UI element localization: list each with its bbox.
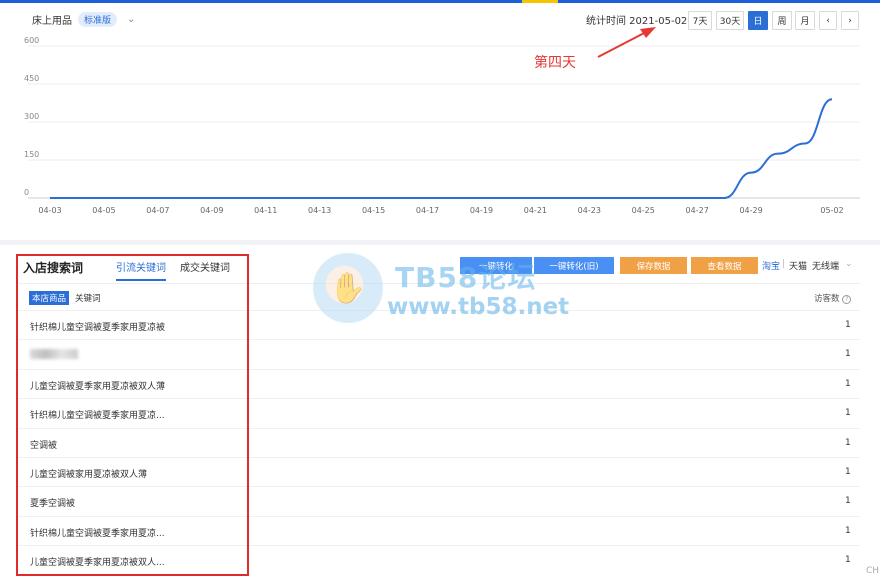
- x-tick-label: 04-03: [38, 206, 61, 215]
- y-tick-label: 300: [24, 112, 39, 121]
- x-tick-label: 04-29: [739, 206, 762, 215]
- annotation-text: 第四天: [534, 55, 576, 71]
- platform-wireless[interactable]: 无线端: [812, 259, 839, 272]
- info-icon[interactable]: ?: [842, 295, 852, 304]
- x-tick-label: 04-27: [686, 206, 709, 215]
- chip-store-products[interactable]: 本店商品: [29, 291, 70, 305]
- range-week-button[interactable]: 周: [772, 11, 792, 30]
- row-divider: [16, 486, 860, 488]
- watermark: ✋ TB58论坛 www.tb58.net: [313, 250, 573, 330]
- visitors-cell: 1: [845, 320, 851, 330]
- section-title: 入店搜索词: [23, 261, 84, 275]
- version-badge: 标准版: [78, 12, 118, 27]
- top-accent: [522, 0, 558, 3]
- visitors-cell: 1: [845, 408, 851, 419]
- chip-keywords[interactable]: 关键词: [72, 291, 104, 305]
- range-month-button[interactable]: 月: [795, 11, 815, 30]
- visitors-cell: 1: [845, 555, 851, 566]
- range-7d-button[interactable]: 7天: [688, 11, 712, 30]
- row-divider: [16, 398, 860, 400]
- category-label[interactable]: 床上用品: [32, 12, 72, 27]
- x-tick-label: 04-25: [632, 206, 655, 215]
- visitors-cell: 1: [845, 496, 851, 507]
- x-tick-label: 04-05: [92, 206, 115, 215]
- watermark-url: www.tb58.net: [387, 294, 570, 320]
- stat-date: 统计时间 2021-05-02: [586, 16, 688, 27]
- platform-taobao[interactable]: 淘宝: [762, 259, 780, 272]
- breadcrumb: 床上用品 标准版 ⌄: [32, 12, 135, 27]
- view-data-button[interactable]: 查看数据: [691, 257, 758, 274]
- x-tick-label: 04-17: [416, 206, 439, 215]
- y-tick-label: 0: [24, 188, 29, 197]
- trend-chart: 0 150 300 450 600 04-03 04-05 04-07 04-09 04-11 04…: [24, 36, 860, 215]
- range-day-button[interactable]: 日: [748, 11, 768, 30]
- keyword-cell[interactable]: 儿童空调被夏季家用夏凉被双人...: [30, 555, 165, 568]
- series-line: [50, 98, 833, 199]
- keyword-cell[interactable]: 儿童空调被夏季家用夏凉被双人薄: [30, 379, 165, 392]
- keyword-cell[interactable]: 夏季空调被: [30, 496, 75, 509]
- top-toolbar: 床上用品 标准版 ⌄ 统计时间 2021-05-02 7天 30天 日 周 月 …: [0, 0, 880, 36]
- x-tick-label: 04-19: [470, 206, 493, 215]
- tab-traffic-keywords[interactable]: 引流关键词: [116, 259, 166, 274]
- hand-icon: ✋: [329, 270, 367, 306]
- edge-label: CH: [866, 566, 880, 576]
- keyword-cell[interactable]: 针织棉儿童空调被夏季家用夏凉...: [30, 408, 165, 421]
- watermark-logo: ✋: [313, 253, 383, 323]
- keyword-cell[interactable]: 针织棉儿童空调被夏季家用夏凉被: [30, 320, 165, 333]
- visitors-cell: 1: [845, 467, 851, 477]
- row-divider: [16, 339, 860, 341]
- visitors-cell: 1: [845, 349, 851, 360]
- x-tick-label: 04-15: [362, 206, 385, 215]
- platform-tmall[interactable]: 天猫: [789, 259, 807, 272]
- y-tick-label: 450: [24, 74, 39, 83]
- row-divider: [16, 545, 860, 547]
- x-tick-label: 04-21: [524, 206, 547, 215]
- keyword-cell[interactable]: 针织棉儿童空调被夏季家用夏凉...: [30, 526, 165, 539]
- visitors-cell: 1: [845, 525, 851, 536]
- redacted-keyword: [30, 349, 78, 360]
- visitors-cell: 1: [845, 437, 851, 448]
- next-arrow-icon[interactable]: ›: [841, 11, 859, 30]
- x-tick-label: 05-02: [820, 206, 843, 215]
- x-tick-label: 04-13: [308, 206, 331, 215]
- y-tick-label: 600: [24, 36, 39, 45]
- row-divider: [16, 515, 860, 517]
- chevron-down-icon[interactable]: ⌄: [845, 259, 853, 269]
- row-divider: [16, 457, 860, 458]
- watermark-title: TB58论坛: [395, 261, 537, 294]
- save-data-button[interactable]: 保存数据: [620, 257, 687, 274]
- row-divider: [16, 427, 860, 429]
- keyword-cell[interactable]: 儿童空调被家用夏凉被双人薄: [30, 467, 147, 480]
- active-tab-indicator: [116, 279, 166, 281]
- visitors-column-header: 访客数 ?: [814, 292, 852, 304]
- prev-arrow-icon[interactable]: ‹: [819, 11, 837, 30]
- keyword-cell[interactable]: 空调被: [30, 438, 57, 451]
- x-tick-label: 04-23: [578, 206, 601, 215]
- platform-divider: |: [782, 259, 786, 269]
- tab-deal-keywords[interactable]: 成交关键词: [180, 259, 230, 274]
- y-tick-label: 150: [24, 150, 39, 159]
- x-tick-label: 04-07: [146, 206, 169, 215]
- x-tick-label: 04-11: [254, 206, 277, 215]
- x-tick-label: 04-09: [200, 206, 223, 215]
- chevron-down-icon[interactable]: ⌄: [127, 14, 135, 25]
- range-30d-button[interactable]: 30天: [716, 11, 744, 30]
- visitors-cell: 1: [845, 378, 851, 389]
- trend-chart-panel: 0 150 300 450 600 04-03 04-05 04-07 04-09 04-11 04…: [0, 36, 880, 240]
- row-divider: [16, 368, 860, 370]
